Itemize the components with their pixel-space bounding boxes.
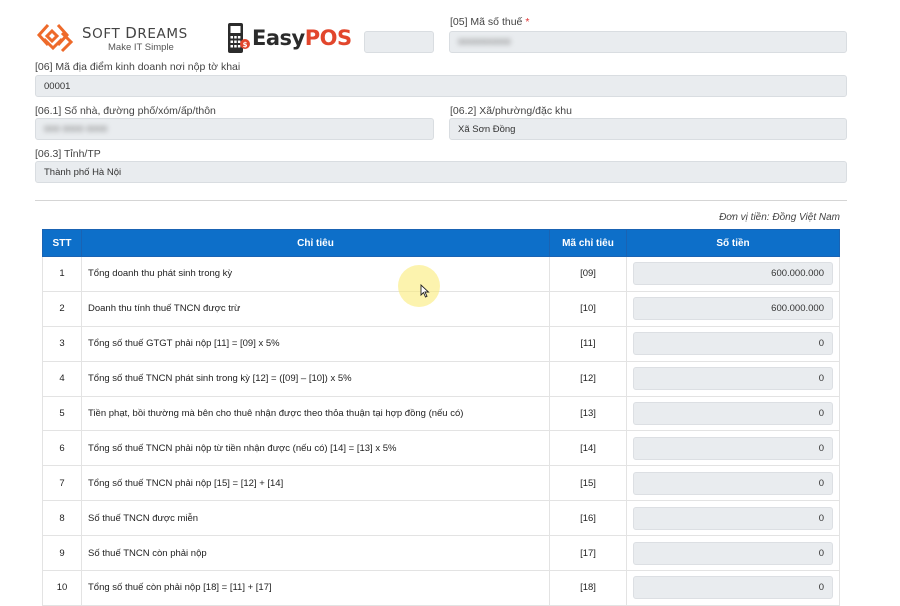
table-body: 1 Tổng doanh thu phát sinh trong kỳ [09] 60… [42, 256, 840, 606]
header-code: Mã chỉ tiêu [549, 229, 627, 257]
row-indicator: Tổng số thuế GTGT phải nộp [11] = [09] x… [81, 325, 550, 362]
row-stt: 10 [42, 570, 82, 606]
tax-indicator-table: STT Chỉ tiêu Mã chỉ tiêu Số tiền 1 Tổng d… [42, 229, 840, 606]
amount-input[interactable]: 0 [633, 332, 833, 356]
row-indicator: Số thuế TNCN còn phải nộp [81, 535, 550, 572]
softdreams-logo: SOFT DREAMS Make IT Simple [36, 20, 206, 58]
section-divider [35, 200, 847, 201]
row-stt: 6 [42, 430, 82, 467]
ward-input[interactable]: Xã Sơn Đồng [449, 118, 847, 140]
address-input[interactable]: 000 0000 0000 [35, 118, 434, 140]
amount-input[interactable]: 0 [633, 541, 833, 565]
amount-input[interactable]: 0 [633, 367, 833, 391]
amount-input[interactable]: 0 [633, 506, 833, 530]
row-indicator: Tổng số thuế còn phải nộp [18] = [11] + … [81, 570, 550, 606]
row-stt: 7 [42, 465, 82, 502]
row-code: [16] [549, 500, 627, 537]
header-stt: STT [42, 229, 82, 257]
row-stt: 4 [42, 360, 82, 397]
row-amount-cell: 0 [626, 570, 840, 606]
mouse-cursor-icon [420, 284, 430, 298]
easypos-logo: $ EasyPOS [224, 20, 364, 58]
row-indicator: Doanh thu tính thuế TNCN được trừ [81, 290, 550, 327]
row-code: [15] [549, 465, 627, 502]
left-top-field[interactable] [364, 31, 434, 53]
row-amount-cell: 0 [626, 535, 840, 572]
ward-label: [06.2] Xã/phường/đặc khu [450, 105, 572, 117]
header-indicator: Chỉ tiêu [81, 229, 550, 257]
row-stt: 1 [42, 256, 82, 292]
softdreams-tagline: Make IT Simple [108, 42, 174, 53]
row-code: [10] [549, 290, 627, 327]
row-stt: 3 [42, 325, 82, 362]
amount-input[interactable]: 0 [633, 576, 833, 600]
table-row: 4 Tổng số thuế TNCN phát sinh trong kỳ [1… [42, 360, 840, 397]
tax-code-input[interactable]: 0000000000 [449, 31, 847, 53]
softdreams-name: SOFT DREAMS [82, 24, 188, 42]
row-indicator: Tiền phạt, bồi thường mà bên cho thuê nh… [81, 395, 550, 432]
table-row: 9 Số thuế TNCN còn phải nộp [17] 0 [42, 535, 840, 572]
row-code: [13] [549, 395, 627, 432]
table-row: 2 Doanh thu tính thuế TNCN được trừ [10] 60… [42, 290, 840, 327]
row-indicator: Tổng số thuế TNCN phải nộp [15] = [12] +… [81, 465, 550, 502]
table-row: 8 Số thuế TNCN được miễn [16] 0 [42, 500, 840, 537]
row-amount-cell: 0 [626, 325, 840, 362]
row-indicator: Tổng số thuế TNCN phải nộp từ tiền nhận … [81, 430, 550, 467]
row-code: [18] [549, 570, 627, 606]
table-row: 1 Tổng doanh thu phát sinh trong kỳ [09] 60… [42, 256, 840, 292]
header-amount: Số tiền [626, 229, 840, 257]
row-stt: 9 [42, 535, 82, 572]
row-code: [09] [549, 256, 627, 292]
tax-code-label: [05] Mã số thuế * [450, 16, 530, 28]
row-amount-cell: 0 [626, 500, 840, 537]
location-code-input[interactable]: 00001 [35, 75, 847, 97]
row-amount-cell: 0 [626, 395, 840, 432]
row-amount-cell: 600.000.000 [626, 290, 840, 327]
softdreams-logo-icon [36, 23, 74, 53]
row-code: [17] [549, 535, 627, 572]
table-row: 5 Tiền phạt, bồi thường mà bên cho thuê n… [42, 395, 840, 432]
table-header-row: STT Chỉ tiêu Mã chỉ tiêu Số tiền [42, 229, 840, 257]
row-stt: 8 [42, 500, 82, 537]
table-row: 10 Tổng số thuế còn phải nộp [18] = [11] … [42, 570, 840, 606]
row-stt: 5 [42, 395, 82, 432]
table-row: 6 Tổng số thuế TNCN phải nộp từ tiền nhận… [42, 430, 840, 467]
row-amount-cell: 600.000.000 [626, 256, 840, 292]
amount-input[interactable]: 0 [633, 471, 833, 495]
row-code: [14] [549, 430, 627, 467]
row-amount-cell: 0 [626, 430, 840, 467]
svg-text:$: $ [243, 41, 248, 49]
row-indicator: Số thuế TNCN được miễn [81, 500, 550, 537]
table-row: 7 Tổng số thuế TNCN phải nộp [15] = [12] … [42, 465, 840, 502]
table-row: 3 Tổng số thuế GTGT phải nộp [11] = [09] … [42, 325, 840, 362]
amount-input[interactable]: 600.000.000 [633, 297, 833, 321]
row-indicator: Tổng số thuế TNCN phát sinh trong kỳ [12… [81, 360, 550, 397]
row-amount-cell: 0 [626, 465, 840, 502]
currency-note: Đơn vị tiền: Đồng Việt Nam [719, 212, 840, 223]
row-indicator: Tổng doanh thu phát sinh trong kỳ [81, 256, 550, 292]
amount-input[interactable]: 600.000.000 [633, 262, 833, 286]
cursor-highlight [398, 265, 440, 307]
row-stt: 2 [42, 290, 82, 327]
pos-terminal-icon: $ [228, 23, 250, 53]
amount-input[interactable]: 0 [633, 436, 833, 460]
row-code: [12] [549, 360, 627, 397]
row-code: [11] [549, 325, 627, 362]
row-amount-cell: 0 [626, 360, 840, 397]
province-label: [06.3] Tỉnh/TP [35, 148, 101, 160]
location-code-label: [06] Mã địa điểm kinh doanh nơi nộp tờ k… [35, 61, 241, 73]
amount-input[interactable]: 0 [633, 402, 833, 425]
address-label: [06.1] Số nhà, đường phố/xóm/ấp/thôn [35, 105, 216, 117]
easypos-name: EasyPOS [252, 26, 352, 50]
province-input[interactable]: Thành phố Hà Nội [35, 161, 847, 183]
